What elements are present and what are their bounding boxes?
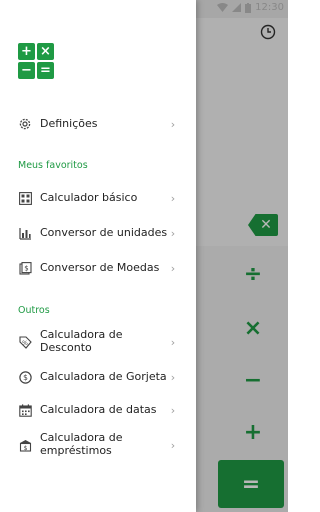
logo-times: × — [37, 43, 54, 60]
chevron-right-icon: › — [170, 403, 176, 417]
date-calculator-label: Calculadora de datas — [40, 402, 157, 416]
logo-minus: − — [18, 62, 35, 79]
tip-calculator-label: Calculadora de Gorjeta — [40, 369, 167, 383]
drawer-item-loan-calculator[interactable]: $ Calculadora de empréstimos › — [0, 428, 196, 462]
discount-tag-icon: % — [18, 335, 32, 349]
logo-equals: = — [37, 62, 54, 79]
discount-calculator-label: Calculadora de Desconto — [40, 328, 123, 354]
currency-converter-label: Conversor de Moedas — [40, 260, 160, 274]
currency-icon: $ — [18, 261, 32, 275]
svg-text:$: $ — [23, 373, 28, 382]
loan-icon: $ — [18, 438, 32, 452]
svg-text:$: $ — [23, 444, 27, 451]
app-logo: + × − = — [18, 43, 54, 79]
drawer-item-discount-calculator[interactable]: % Calculadora de Desconto › — [0, 325, 196, 359]
drawer-item-settings[interactable]: Definições › — [0, 107, 196, 141]
section-header-favorites: Meus favoritos — [18, 160, 88, 171]
settings-label: Definições — [40, 116, 98, 130]
chevron-right-icon: › — [170, 438, 176, 452]
chevron-right-icon: › — [170, 226, 176, 240]
svg-text:$: $ — [24, 264, 28, 272]
gear-icon — [18, 117, 32, 131]
unit-converter-label: Conversor de unidades — [40, 225, 168, 239]
loan-calculator-label: Calculadora de empréstimos — [40, 431, 123, 457]
svg-text:%: % — [22, 339, 28, 346]
drawer-item-unit-converter[interactable]: Conversor de unidades › — [0, 216, 196, 250]
chevron-right-icon: › — [170, 261, 176, 275]
navigation-drawer: + × − = Definições › Meus favoritos Calc… — [0, 0, 196, 512]
section-header-others: Outros — [18, 305, 50, 316]
chevron-right-icon: › — [170, 191, 176, 205]
calendar-icon — [18, 403, 32, 417]
drawer-item-date-calculator[interactable]: Calculadora de datas › — [0, 393, 196, 427]
dollar-coin-icon: $ — [18, 370, 32, 384]
logo-plus: + — [18, 43, 35, 60]
chevron-right-icon: › — [170, 370, 176, 384]
drawer-item-currency-converter[interactable]: $ Conversor de Moedas › — [0, 251, 196, 285]
chevron-right-icon: › — [170, 335, 176, 349]
basic-calculator-label: Calculador básico — [40, 190, 138, 204]
drawer-item-basic-calculator[interactable]: Calculador básico › — [0, 181, 196, 215]
chevron-right-icon: › — [170, 117, 176, 131]
ruler-icon — [18, 226, 32, 240]
calculator-icon — [18, 191, 32, 205]
drawer-item-tip-calculator[interactable]: $ Calculadora de Gorjeta › — [0, 360, 196, 394]
